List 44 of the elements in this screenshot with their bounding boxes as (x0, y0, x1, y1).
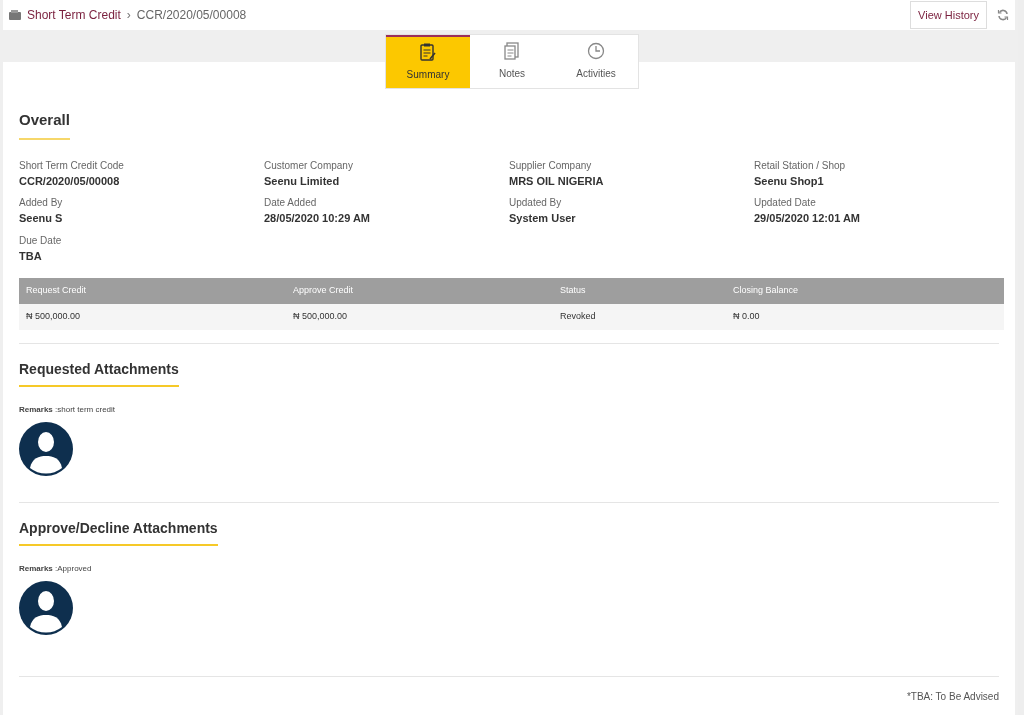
table-cell-text: ₦ 0.00 (732, 310, 761, 324)
field-label: Short Term Credit Code (19, 158, 125, 173)
field-value: Seenu Limited (264, 173, 341, 189)
field-value: CCR/2020/05/00008 (19, 173, 121, 189)
avatar-icon[interactable] (19, 581, 73, 635)
field-label: Updated Date (754, 196, 817, 210)
column-header: Approve Credit (292, 284, 355, 298)
wallet-icon (9, 10, 21, 20)
section-title: Approve/Decline Attachments (19, 518, 218, 546)
breadcrumb-link[interactable]: Short Term Credit (27, 6, 121, 24)
table-cell-text: ₦ 500,000.00 (292, 310, 349, 324)
table-cell-text: Revoked (559, 310, 597, 324)
section-title: Overall (19, 109, 70, 140)
remarks-text: Remarks :Approved (19, 563, 93, 575)
field-value: MRS OIL NIGERIA (509, 173, 605, 189)
field-label: Updated By (509, 196, 563, 210)
field-label: Due Date (19, 233, 63, 248)
column-header: Request Credit (25, 284, 88, 298)
notes-icon (504, 42, 520, 60)
field-label: Supplier Company (509, 158, 593, 173)
field-value: System User (509, 211, 577, 226)
tab[interactable]: Summary (386, 35, 470, 88)
remarks-text: Remarks :short term credit (19, 404, 117, 416)
field-value: 29/05/2020 12:01 AM (754, 211, 861, 226)
table-cell-text: ₦ 500,000.00 (25, 310, 82, 324)
field-value: Seenu Shop1 (754, 173, 825, 189)
column-header: Status (559, 284, 587, 298)
field-label: Retail Station / Shop (754, 158, 847, 173)
clipboard-icon (420, 43, 436, 61)
view-history-button[interactable]: View History (910, 1, 987, 29)
avatar-icon[interactable] (19, 422, 73, 476)
field-value: TBA (19, 248, 43, 264)
breadcrumb-separator: › (126, 7, 131, 24)
section-title: Requested Attachments (19, 359, 179, 387)
breadcrumb-current: CCR/2020/05/00008 (136, 7, 247, 24)
refresh-icon[interactable] (997, 9, 1009, 21)
clock-icon (587, 42, 605, 60)
field-label: Date Added (264, 196, 318, 210)
footnote: *TBA: To Be Advised (906, 690, 999, 704)
field-value: 28/05/2020 10:29 AM (264, 211, 371, 226)
column-header: Closing Balance (732, 284, 800, 298)
field-value: Seenu S (19, 211, 64, 226)
field-label: Added By (19, 196, 64, 210)
field-label: Customer Company (264, 158, 354, 173)
